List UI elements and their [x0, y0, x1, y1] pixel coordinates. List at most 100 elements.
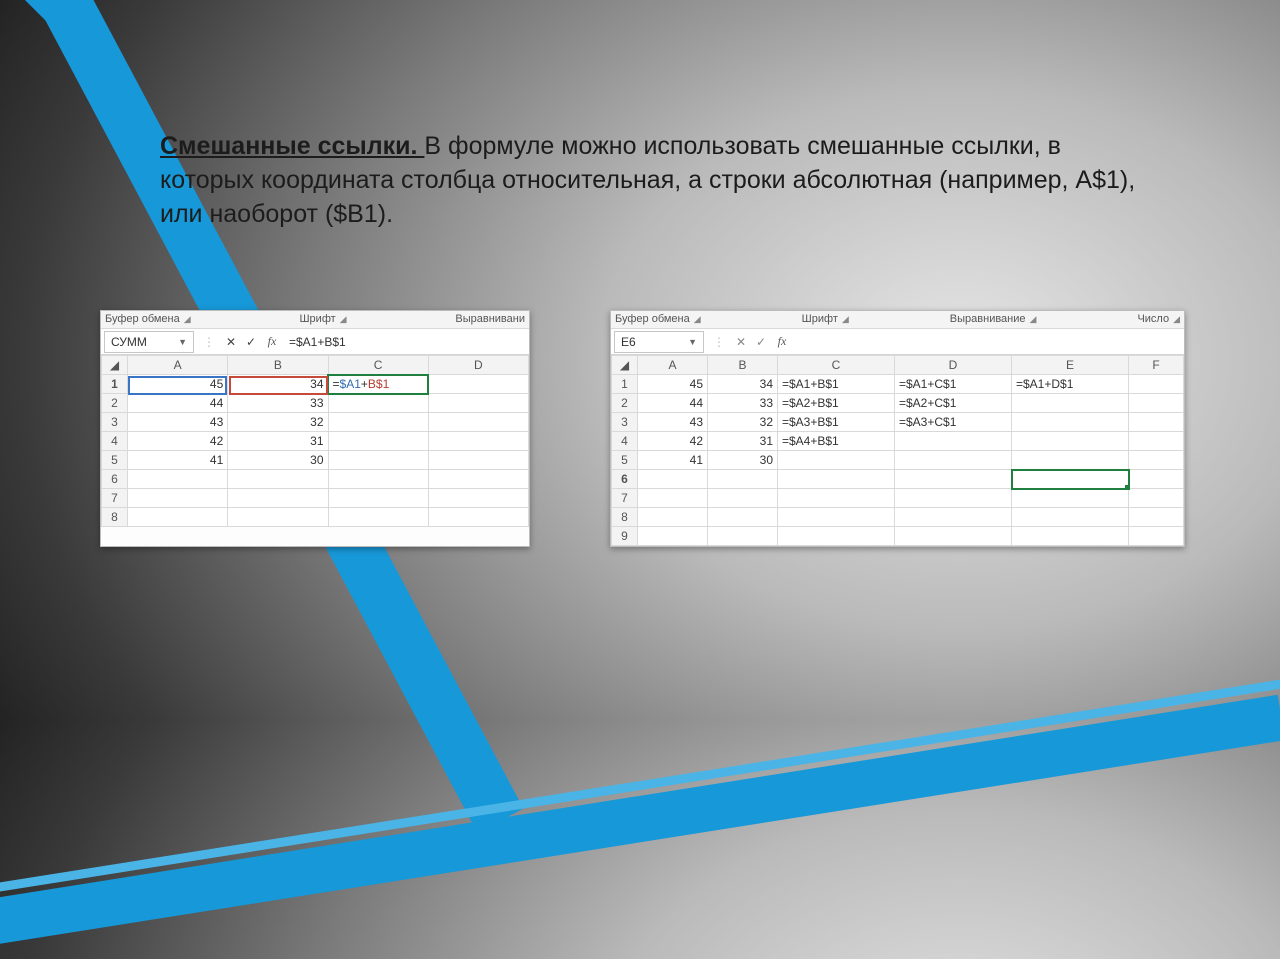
col-header[interactable]: B [228, 356, 328, 375]
cell[interactable] [1129, 432, 1184, 451]
col-header[interactable]: D [895, 356, 1012, 375]
row-header[interactable]: 9 [612, 527, 638, 546]
cell[interactable] [428, 508, 528, 527]
row-header[interactable]: 6 [102, 470, 128, 489]
col-header[interactable]: D [428, 356, 528, 375]
cell[interactable] [708, 470, 778, 489]
col-header[interactable]: B [708, 356, 778, 375]
cell[interactable] [895, 508, 1012, 527]
spreadsheet-grid[interactable]: ◢ A B C D E F 14534=$A1+B$1=$A1+C$1=$A1+… [611, 355, 1184, 546]
row-header[interactable]: 6 [612, 470, 638, 489]
cell[interactable] [778, 451, 895, 470]
cell[interactable] [328, 470, 428, 489]
row-header[interactable]: 7 [102, 489, 128, 508]
name-box[interactable]: СУММ ▼ [104, 331, 194, 353]
col-header[interactable]: C [328, 356, 428, 375]
cell[interactable]: 33 [228, 394, 328, 413]
cell[interactable]: 30 [708, 451, 778, 470]
cell[interactable]: 43 [638, 413, 708, 432]
cell[interactable] [428, 451, 528, 470]
cell[interactable] [708, 508, 778, 527]
cell[interactable]: 42 [128, 432, 228, 451]
cell[interactable]: =$A3+B$1 [778, 413, 895, 432]
row-header[interactable]: 2 [102, 394, 128, 413]
row-header[interactable]: 4 [612, 432, 638, 451]
row-header[interactable]: 3 [102, 413, 128, 432]
cell[interactable]: 31 [708, 432, 778, 451]
cell[interactable] [428, 413, 528, 432]
cell[interactable]: 45 [638, 375, 708, 394]
cell-selected[interactable] [1012, 470, 1129, 489]
cell[interactable] [1129, 508, 1184, 527]
cell[interactable] [895, 489, 1012, 508]
row-header[interactable]: 4 [102, 432, 128, 451]
cancel-icon[interactable]: ✕ [221, 335, 241, 349]
cell[interactable] [128, 508, 228, 527]
cell[interactable] [1129, 527, 1184, 546]
cell[interactable]: =$A2+B$1 [778, 394, 895, 413]
cell[interactable]: 34 [708, 375, 778, 394]
row-header[interactable]: 1 [102, 375, 128, 394]
enter-icon[interactable]: ✓ [241, 335, 261, 349]
cell[interactable] [895, 451, 1012, 470]
cell[interactable] [638, 470, 708, 489]
row-header[interactable]: 3 [612, 413, 638, 432]
cell[interactable]: =$A3+C$1 [895, 413, 1012, 432]
cell[interactable] [1012, 508, 1129, 527]
row-header[interactable]: 8 [612, 508, 638, 527]
cell[interactable] [128, 470, 228, 489]
cell[interactable] [1012, 451, 1129, 470]
cell[interactable] [328, 432, 428, 451]
cell[interactable]: 44 [638, 394, 708, 413]
cell[interactable] [895, 432, 1012, 451]
row-header[interactable]: 1 [612, 375, 638, 394]
fx-icon[interactable]: fx [261, 334, 283, 349]
cell[interactable]: 43 [128, 413, 228, 432]
cell[interactable]: 45 [128, 375, 228, 394]
cell[interactable] [638, 527, 708, 546]
cell[interactable] [1012, 432, 1129, 451]
cell[interactable]: 30 [228, 451, 328, 470]
cell[interactable] [1012, 413, 1129, 432]
select-all-corner[interactable]: ◢ [612, 356, 638, 375]
cell[interactable]: 41 [638, 451, 708, 470]
col-header[interactable]: E [1012, 356, 1129, 375]
row-header[interactable]: 5 [102, 451, 128, 470]
cell[interactable] [1012, 489, 1129, 508]
cell[interactable] [328, 451, 428, 470]
name-box[interactable]: E6 ▼ [614, 331, 704, 353]
cell[interactable] [1129, 470, 1184, 489]
row-header[interactable]: 8 [102, 508, 128, 527]
cell[interactable]: 32 [708, 413, 778, 432]
cell[interactable] [228, 489, 328, 508]
formula-bar-text[interactable]: =$A1+B$1 [283, 335, 529, 349]
cell[interactable] [328, 489, 428, 508]
row-header[interactable]: 2 [612, 394, 638, 413]
cell[interactable] [1012, 527, 1129, 546]
cell[interactable]: 44 [128, 394, 228, 413]
cell[interactable]: 41 [128, 451, 228, 470]
cell[interactable] [778, 470, 895, 489]
cell[interactable] [778, 527, 895, 546]
cell[interactable] [428, 489, 528, 508]
cell[interactable]: 32 [228, 413, 328, 432]
cell[interactable] [328, 413, 428, 432]
cell[interactable] [895, 527, 1012, 546]
cell[interactable] [428, 375, 528, 394]
select-all-corner[interactable]: ◢ [102, 356, 128, 375]
col-header[interactable]: A [638, 356, 708, 375]
cell[interactable] [638, 508, 708, 527]
cell[interactable]: =$A2+C$1 [895, 394, 1012, 413]
cell[interactable]: =$A1+D$1 [1012, 375, 1129, 394]
cell[interactable] [328, 394, 428, 413]
cell[interactable] [895, 470, 1012, 489]
cell[interactable] [128, 489, 228, 508]
row-header[interactable]: 5 [612, 451, 638, 470]
col-header[interactable]: A [128, 356, 228, 375]
cell[interactable] [328, 508, 428, 527]
cell[interactable]: =$A4+B$1 [778, 432, 895, 451]
cell[interactable] [1129, 489, 1184, 508]
col-header[interactable]: F [1129, 356, 1184, 375]
cell[interactable] [778, 508, 895, 527]
col-header[interactable]: C [778, 356, 895, 375]
